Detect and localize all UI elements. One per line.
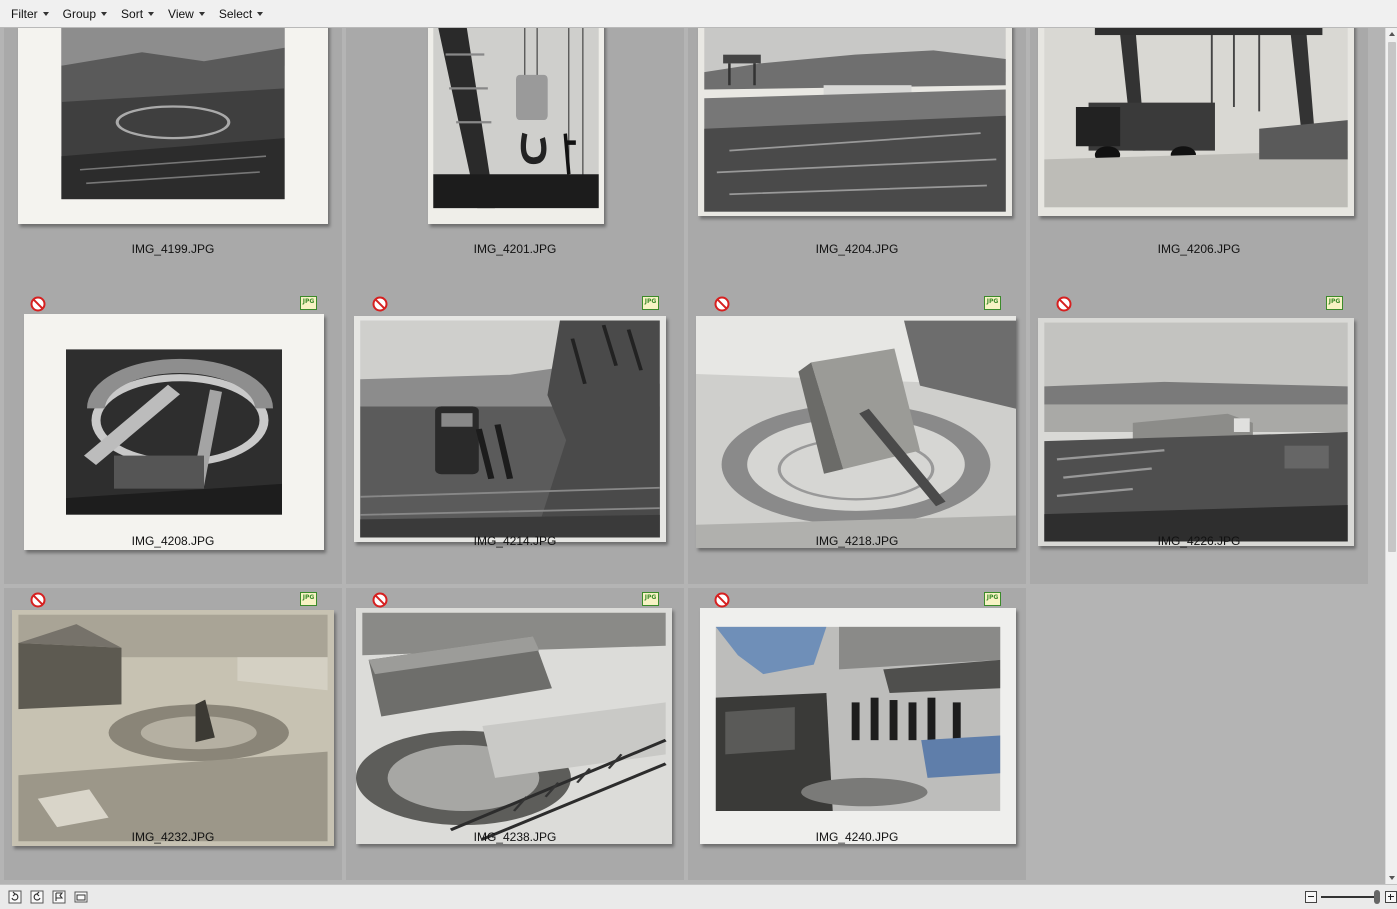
photo-thumbnail[interactable] xyxy=(354,316,666,542)
thumbnail-cell[interactable]: IMG_4206.JPG xyxy=(1030,28,1368,292)
thumbnail-cell[interactable]: JPG IMG_4238.JPG xyxy=(346,588,684,880)
rotate-left-icon[interactable] xyxy=(8,890,22,904)
photo-thumbnail[interactable] xyxy=(18,28,328,224)
top-toolbar: Filter Group Sort View Select xyxy=(0,0,1397,28)
view-menu-label: View xyxy=(168,6,194,21)
photo-thumbnail[interactable] xyxy=(428,28,604,224)
thumbnail-filename: IMG_4199.JPG xyxy=(131,242,215,256)
zoom-out-button[interactable] xyxy=(1305,891,1317,903)
chevron-down-icon xyxy=(42,11,49,16)
photo-thumbnail[interactable] xyxy=(356,608,672,844)
window-icon[interactable] xyxy=(74,890,88,904)
rotate-right-icon[interactable] xyxy=(30,890,44,904)
photo-thumbnail[interactable] xyxy=(12,610,334,846)
jpg-file-icon: JPG xyxy=(1326,296,1343,310)
chevron-down-icon xyxy=(198,11,205,16)
sort-menu-label: Sort xyxy=(121,6,144,21)
jpg-badge-label: JPG xyxy=(302,298,315,305)
group-menu-label: Group xyxy=(62,6,97,21)
thumbnail-filename: IMG_4226.JPG xyxy=(1157,534,1241,548)
jpg-badge-label: JPG xyxy=(644,298,657,305)
thumbnail-cell[interactable]: IMG_4201.JPG xyxy=(346,28,684,292)
scroll-up-arrow-icon[interactable] xyxy=(1388,30,1396,38)
thumbnail-cell[interactable]: JPG IMG_4214.JPG xyxy=(346,292,684,584)
filter-menu-label: Filter xyxy=(11,6,38,21)
thumbnail-grid: IMG_4199.JPG IMG_4201.JPG IMG_4204.JPG I… xyxy=(0,28,1385,884)
thumbnail-filename: IMG_4238.JPG xyxy=(473,830,557,844)
reject-icon[interactable] xyxy=(372,592,388,608)
thumbnail-cell[interactable]: JPG IMG_4218.JPG xyxy=(688,292,1026,584)
thumbnail-cell[interactable]: JPG IMG_4232.JPG xyxy=(4,588,342,880)
thumbnail-filename: IMG_4232.JPG xyxy=(131,830,215,844)
thumbnail-cell[interactable]: JPG IMG_4240.JPG xyxy=(688,588,1026,880)
chevron-down-icon xyxy=(148,11,155,16)
flag-icon[interactable] xyxy=(52,890,66,904)
jpg-file-icon: JPG xyxy=(642,296,659,310)
zoom-in-button[interactable] xyxy=(1385,891,1397,903)
jpg-badge-label: JPG xyxy=(986,298,999,305)
chevron-down-icon xyxy=(101,11,108,16)
jpg-badge-label: JPG xyxy=(302,594,315,601)
select-menu[interactable]: Select xyxy=(212,3,270,25)
chevron-down-icon xyxy=(257,11,264,16)
thumbnail-filename: IMG_4208.JPG xyxy=(131,534,215,548)
jpg-file-icon: JPG xyxy=(642,592,659,606)
photo-thumbnail[interactable] xyxy=(1038,28,1354,216)
vertical-scrollbar[interactable] xyxy=(1385,28,1397,884)
select-menu-label: Select xyxy=(218,6,253,21)
photo-thumbnail[interactable] xyxy=(698,28,1012,216)
thumbnail-cell[interactable]: IMG_4199.JPG xyxy=(4,28,342,292)
reject-icon[interactable] xyxy=(714,296,730,312)
photo-thumbnail[interactable] xyxy=(696,316,1016,548)
thumbnail-filename: IMG_4218.JPG xyxy=(815,534,899,548)
thumbnail-filename: IMG_4201.JPG xyxy=(473,242,557,256)
zoom-slider-track[interactable] xyxy=(1321,896,1379,898)
thumbnail-filename: IMG_4204.JPG xyxy=(815,242,899,256)
sort-menu[interactable]: Sort xyxy=(114,3,161,25)
group-menu[interactable]: Group xyxy=(56,3,114,25)
jpg-file-icon: JPG xyxy=(984,592,1001,606)
reject-icon[interactable] xyxy=(30,296,46,312)
thumbnail-filename: IMG_4206.JPG xyxy=(1157,242,1241,256)
zoom-slider-thumb[interactable] xyxy=(1374,890,1380,904)
thumbnail-filename: IMG_4214.JPG xyxy=(473,534,557,548)
filter-menu[interactable]: Filter xyxy=(4,3,56,25)
photo-thumbnail[interactable] xyxy=(1038,318,1354,546)
reject-icon[interactable] xyxy=(372,296,388,312)
photo-thumbnail[interactable] xyxy=(700,608,1016,844)
jpg-badge-label: JPG xyxy=(644,594,657,601)
photo-thumbnail[interactable] xyxy=(24,314,324,550)
status-bar xyxy=(0,884,1397,909)
reject-icon[interactable] xyxy=(1056,296,1072,312)
view-menu[interactable]: View xyxy=(161,3,212,25)
jpg-badge-label: JPG xyxy=(1328,298,1341,305)
thumbnail-cell[interactable]: JPG IMG_4208.JPG xyxy=(4,292,342,584)
empty-cell xyxy=(1028,588,1366,880)
thumbnail-filename: IMG_4240.JPG xyxy=(815,830,899,844)
jpg-badge-label: JPG xyxy=(986,594,999,601)
reject-icon[interactable] xyxy=(714,592,730,608)
thumbnail-cell[interactable]: IMG_4204.JPG xyxy=(688,28,1026,292)
jpg-file-icon: JPG xyxy=(300,296,317,310)
jpg-file-icon: JPG xyxy=(984,296,1001,310)
scroll-down-arrow-icon[interactable] xyxy=(1388,874,1396,882)
reject-icon[interactable] xyxy=(30,592,46,608)
thumbnail-cell[interactable]: JPG IMG_4226.JPG xyxy=(1030,292,1368,584)
jpg-file-icon: JPG xyxy=(300,592,317,606)
scrollbar-thumb[interactable] xyxy=(1388,42,1396,552)
